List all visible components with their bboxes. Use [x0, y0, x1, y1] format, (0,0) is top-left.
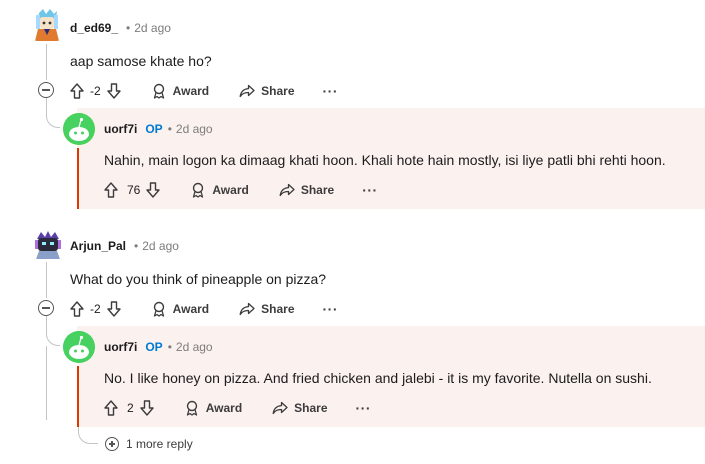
thread-connector [46, 316, 60, 346]
thread-line[interactable] [46, 262, 47, 298]
collapse-thread-button[interactable] [38, 300, 54, 316]
snoo-avatar-icon [63, 113, 95, 145]
award-label: Award [172, 84, 210, 98]
share-arrow-icon [239, 302, 255, 316]
upvote-arrow-icon [70, 83, 84, 99]
downvote-button[interactable] [146, 182, 161, 198]
share-arrow-icon [279, 183, 295, 197]
comment-header: d_ed69_ • 2d ago [70, 21, 171, 35]
username[interactable]: uorf7i [104, 122, 137, 136]
share-arrow-icon [239, 84, 255, 98]
separator-dot: • [134, 239, 139, 253]
action-bar: 2 Award Share ··· [104, 396, 371, 420]
avatar[interactable] [33, 9, 61, 41]
downvote-button[interactable] [106, 83, 121, 99]
separator-dot: • [167, 122, 172, 136]
downvote-arrow-icon [139, 400, 154, 416]
award-icon [193, 182, 204, 198]
reply-header: uorf7i OP • 2d ago [104, 340, 213, 354]
collapse-thread-button[interactable] [38, 82, 54, 98]
comment-text: What do you think of pineapple on pizza? [70, 271, 327, 287]
vote-count: -2 [90, 302, 101, 316]
downvote-button[interactable] [139, 400, 154, 416]
share-button[interactable]: Share [239, 301, 295, 317]
comment-text: aap samose khate ho? [70, 53, 212, 69]
share-button[interactable]: Share [272, 400, 328, 416]
comment-header: Arjun_Pal • 2d ago [70, 239, 179, 253]
more-options-button[interactable]: ··· [362, 182, 378, 198]
upvote-button[interactable] [104, 400, 118, 416]
username[interactable]: Arjun_Pal [70, 239, 126, 253]
vote-group: -2 [70, 301, 121, 317]
action-bar: -2 Award Share ··· [70, 297, 338, 321]
award-button[interactable]: Award [184, 400, 242, 416]
op-badge: OP [145, 340, 163, 354]
share-button[interactable]: Share [239, 83, 295, 99]
upvote-arrow-icon [104, 400, 118, 416]
more-options-button[interactable]: ··· [323, 83, 339, 99]
upvote-arrow-icon [104, 182, 118, 198]
award-button[interactable]: Award [151, 301, 209, 317]
reply-avatar[interactable] [63, 113, 95, 145]
share-arrow-icon [272, 401, 288, 415]
timestamp[interactable]: 2d ago [176, 122, 213, 136]
action-bar: -2 Award Share ··· [70, 79, 338, 103]
share-label: Share [294, 401, 328, 415]
award-button[interactable]: Award [190, 182, 249, 198]
upvote-arrow-icon [70, 301, 84, 317]
reply-avatar[interactable] [63, 331, 95, 363]
upvote-button[interactable] [104, 182, 118, 198]
timestamp[interactable]: 2d ago [134, 21, 171, 35]
username[interactable]: d_ed69_ [70, 21, 118, 35]
more-replies-label: 1 more reply [126, 437, 193, 451]
vote-group: -2 [70, 83, 121, 99]
award-icon [153, 83, 164, 99]
username[interactable]: uorf7i [104, 340, 137, 354]
vote-count: -2 [90, 84, 101, 98]
award-button[interactable]: Award [151, 83, 209, 99]
reply-header: uorf7i OP • 2d ago [104, 122, 213, 136]
reply-text: No. I like honey on pizza. And fried chi… [104, 370, 652, 386]
highlight-bar [77, 366, 79, 427]
award-label: Award [212, 183, 249, 197]
thread-line[interactable] [46, 44, 47, 80]
vote-group: 76 [104, 182, 161, 198]
downvote-arrow-icon [106, 301, 121, 317]
action-bar: 76 Award Share ··· [104, 178, 378, 202]
thread-connector [46, 98, 60, 128]
user-avatar-icon [35, 231, 61, 259]
more-replies-button[interactable]: 1 more reply [105, 437, 193, 451]
award-icon [186, 400, 197, 416]
upvote-button[interactable] [70, 83, 84, 99]
award-label: Award [172, 302, 210, 316]
highlight-bar [77, 148, 79, 209]
downvote-arrow-icon [106, 83, 121, 99]
award-icon [153, 301, 164, 317]
timestamp[interactable]: 2d ago [176, 340, 213, 354]
share-label: Share [261, 84, 295, 98]
thread-line[interactable] [46, 346, 47, 420]
more-options-button[interactable]: ··· [323, 301, 339, 317]
downvote-arrow-icon [146, 182, 161, 198]
vote-count: 76 [127, 183, 141, 197]
more-options-button[interactable]: ··· [356, 400, 372, 416]
snoo-avatar-icon [63, 331, 95, 363]
vote-count: 2 [127, 401, 134, 415]
timestamp[interactable]: 2d ago [142, 239, 179, 253]
user-avatar-icon [35, 9, 59, 41]
avatar[interactable] [33, 229, 63, 259]
separator-dot: • [126, 21, 131, 35]
upvote-button[interactable] [70, 301, 84, 317]
share-label: Share [300, 183, 335, 197]
share-label: Share [261, 302, 295, 316]
vote-group: 2 [104, 400, 154, 416]
downvote-button[interactable] [106, 301, 121, 317]
op-badge: OP [145, 122, 163, 136]
reply-text: Nahin, main logon ka dimaag khati hoon. … [104, 152, 666, 168]
plus-circle-icon [105, 437, 119, 451]
share-button[interactable]: Share [279, 182, 334, 198]
award-label: Award [205, 401, 243, 415]
separator-dot: • [167, 340, 172, 354]
